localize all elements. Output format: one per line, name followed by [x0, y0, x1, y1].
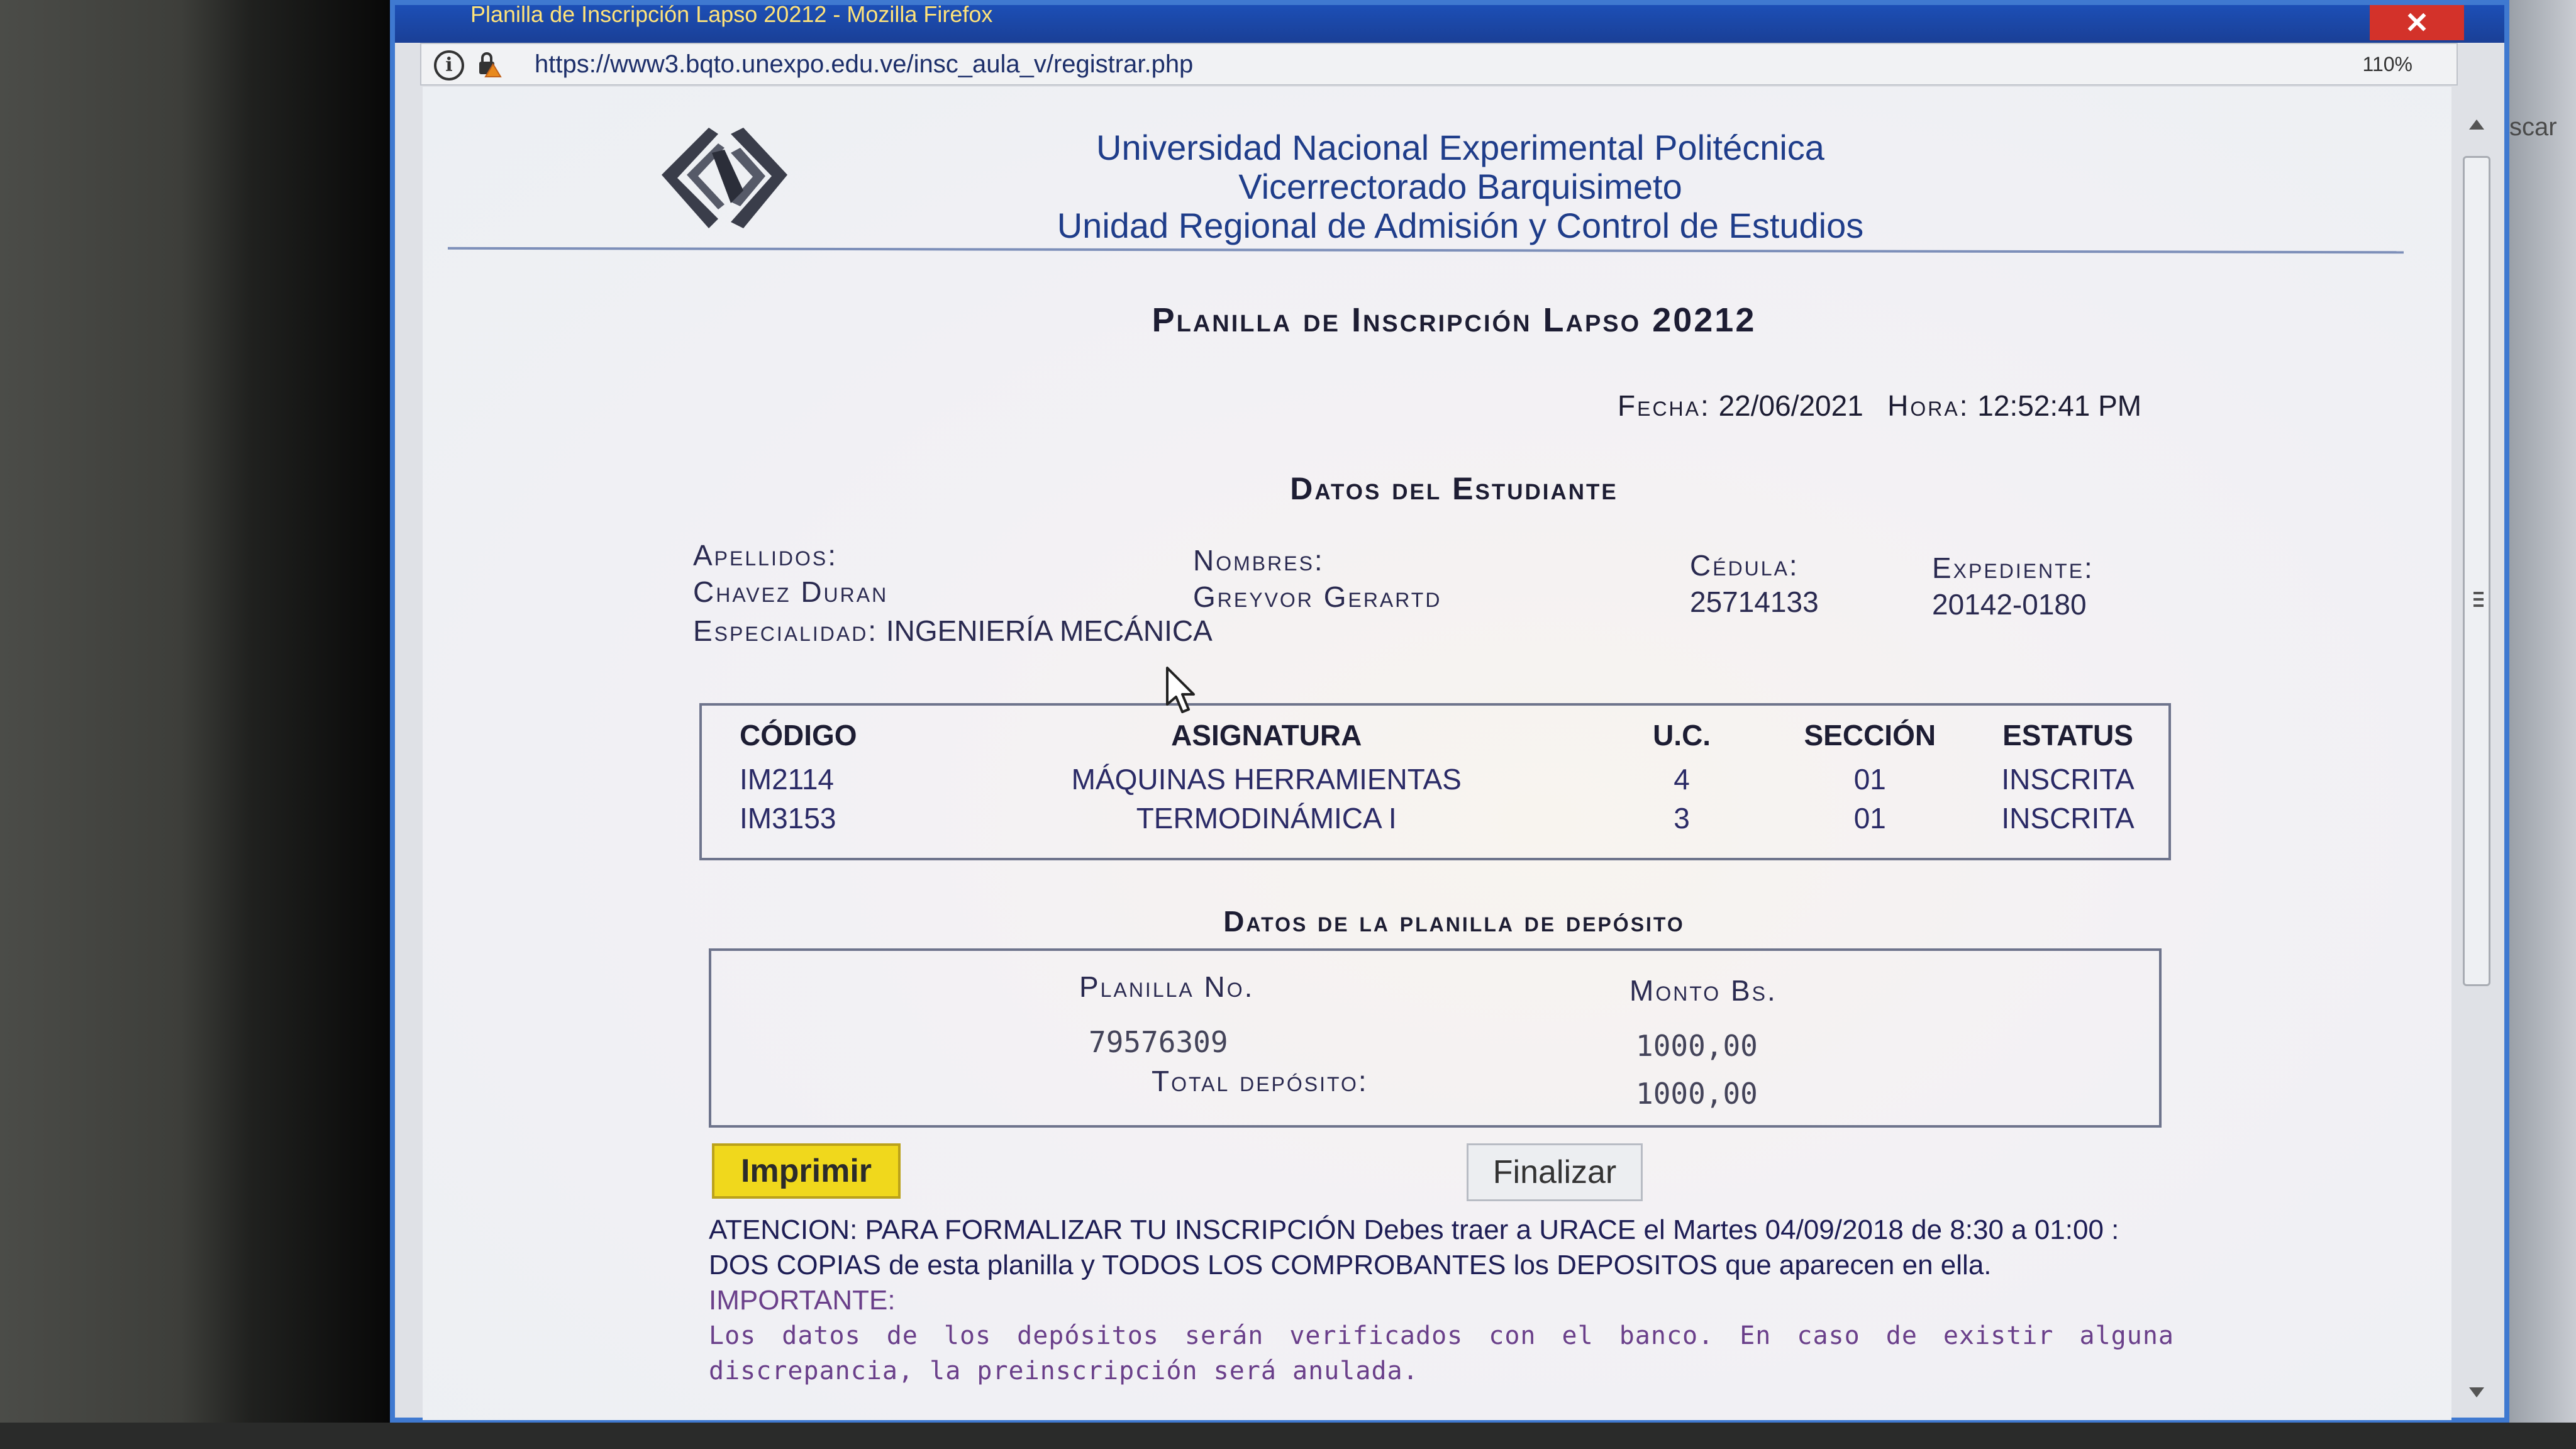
header-estatus: ESTATUS: [2002, 719, 2133, 752]
finalize-button[interactable]: Finalizar: [1467, 1143, 1643, 1201]
course-status: INSCRITA: [2001, 763, 2135, 796]
expediente-label: Expediente:: [1932, 552, 2094, 584]
header-uc: U.C.: [1653, 719, 1711, 752]
fecha-value: 22/06/2021: [1718, 389, 1863, 422]
hora-value: 12:52:41 PM: [1977, 389, 2142, 422]
course-name: MÁQUINAS HERRAMIENTAS: [1071, 763, 1462, 796]
header-line-2: Vicerrectorado Barquisimeto: [1238, 167, 1682, 206]
page-content: Universidad Nacional Experimental Polité…: [423, 87, 2451, 1420]
header-line-3: Unidad Regional de Admisión y Control de…: [1057, 206, 1864, 245]
url-text[interactable]: https://www3.bqto.unexpo.edu.ve/insc_aul…: [535, 50, 1193, 79]
course-section: 01: [1853, 802, 1886, 835]
courses-table-box: CÓDIGO ASIGNATURA U.C. SECCIÓN ESTATUS I…: [699, 703, 2171, 860]
header-divider: [447, 247, 2404, 254]
lock-warning-icon[interactable]: [475, 50, 503, 78]
deposit-section-title: Datos de la planilla de depósito: [1223, 905, 1685, 938]
course-code: IM2114: [740, 763, 835, 796]
header-codigo: CÓDIGO: [740, 719, 857, 752]
apellidos-label: Apellidos:: [693, 539, 838, 572]
header-asignatura: ASIGNATURA: [1171, 719, 1362, 752]
total-label: Total depósito:: [1152, 1065, 1368, 1097]
total-value: 1000,00: [1636, 1077, 1758, 1111]
hora-label: Hora:: [1887, 389, 1970, 422]
deposit-box: Planilla No. Monto Bs. 79576309 1000,00 …: [709, 948, 2162, 1128]
course-code: IM3153: [740, 802, 836, 835]
university-logo: [662, 128, 787, 228]
mouse-cursor-icon: [1166, 667, 1195, 713]
header-seccion: SECCIÓN: [1804, 719, 1936, 752]
zoom-level[interactable]: 110%: [2363, 53, 2412, 76]
course-status: INSCRITA: [2001, 802, 2135, 835]
info-icon[interactable]: i: [434, 50, 464, 80]
grip-icon: [2473, 592, 2484, 594]
especialidad-label: Especialidad:: [693, 614, 879, 647]
fecha-label: Fecha:: [1618, 389, 1711, 422]
table-row: IM2114 MÁQUINAS HERRAMIENTAS 4 01 INSCRI…: [702, 760, 2168, 799]
cedula-label: Cédula:: [1690, 549, 1799, 582]
header-line-1: Universidad Nacional Experimental Polité…: [1096, 128, 1824, 167]
scroll-thumb[interactable]: [2463, 156, 2490, 986]
notice: ATENCION: PARA FORMALIZAR TU INSCRIPCIÓN…: [709, 1213, 2174, 1389]
cedula-value: 25714133: [1690, 586, 1819, 618]
planilla-number: 79576309: [1089, 1025, 1228, 1059]
institution-header: Universidad Nacional Experimental Polité…: [989, 128, 1932, 245]
course-credits: 3: [1674, 802, 1690, 835]
especialidad-value: INGENIERÍA MECÁNICA: [886, 614, 1213, 647]
monto-label: Monto Bs.: [1629, 974, 1777, 1007]
course-section: 01: [1853, 763, 1886, 796]
courses-table: CÓDIGO ASIGNATURA U.C. SECCIÓN ESTATUS I…: [702, 706, 2168, 838]
nombres-value: Greyvor Gerartd: [1193, 580, 1442, 613]
notice-important-label: IMPORTANTE:: [709, 1285, 896, 1316]
nombres-label: Nombres:: [1193, 544, 1324, 577]
especialidad: Especialidad: INGENIERÍA MECÁNICA: [693, 614, 1213, 648]
notice-attention: ATENCION: PARA FORMALIZAR TU INSCRIPCIÓN…: [709, 1214, 2119, 1280]
student-section-title: Datos del Estudiante: [1290, 471, 1618, 506]
window-title: Planilla de Inscripción Lapso 20212 - Mo…: [470, 5, 993, 27]
course-name: TERMODINÁMICA I: [1136, 802, 1397, 835]
print-button[interactable]: Imprimir: [712, 1143, 901, 1199]
desk-background-left: [0, 0, 402, 1449]
monto-value: 1000,00: [1636, 1029, 1758, 1063]
desk-background-bottom: [0, 1423, 2576, 1449]
date-time: Fecha: 22/06/2021 Hora: 12:52:41 PM: [1618, 389, 2141, 423]
page-title: Planilla de Inscripción Lapso 20212: [1152, 301, 1757, 339]
expediente-value: 20142-0180: [1932, 588, 2087, 621]
vertical-scrollbar[interactable]: [2459, 112, 2494, 1407]
scroll-up-icon[interactable]: [2469, 119, 2484, 130]
apellidos-value: Chavez Duran: [693, 575, 889, 608]
browser-window: Planilla de Inscripción Lapso 20212 - Mo…: [390, 0, 2509, 1423]
planilla-label: Planilla No.: [1079, 970, 1255, 1003]
courses-header-row: CÓDIGO ASIGNATURA U.C. SECCIÓN ESTATUS: [702, 706, 2168, 760]
course-credits: 4: [1674, 763, 1690, 796]
close-button[interactable]: ✕: [2370, 5, 2464, 40]
background-window-sliver: scar: [2509, 113, 2557, 141]
address-bar[interactable]: i https://www3.bqto.unexpo.edu.ve/insc_a…: [420, 43, 2458, 86]
scroll-down-icon[interactable]: [2469, 1387, 2484, 1397]
close-icon: ✕: [2404, 6, 2429, 39]
notice-details: Los datos de los depósitos serán verific…: [709, 1321, 2174, 1385]
desk-background-right: scar: [2509, 0, 2576, 1449]
table-row: IM3153 TERMODINÁMICA I 3 01 INSCRITA: [702, 799, 2168, 838]
title-bar[interactable]: Planilla de Inscripción Lapso 20212 - Mo…: [395, 5, 2504, 43]
